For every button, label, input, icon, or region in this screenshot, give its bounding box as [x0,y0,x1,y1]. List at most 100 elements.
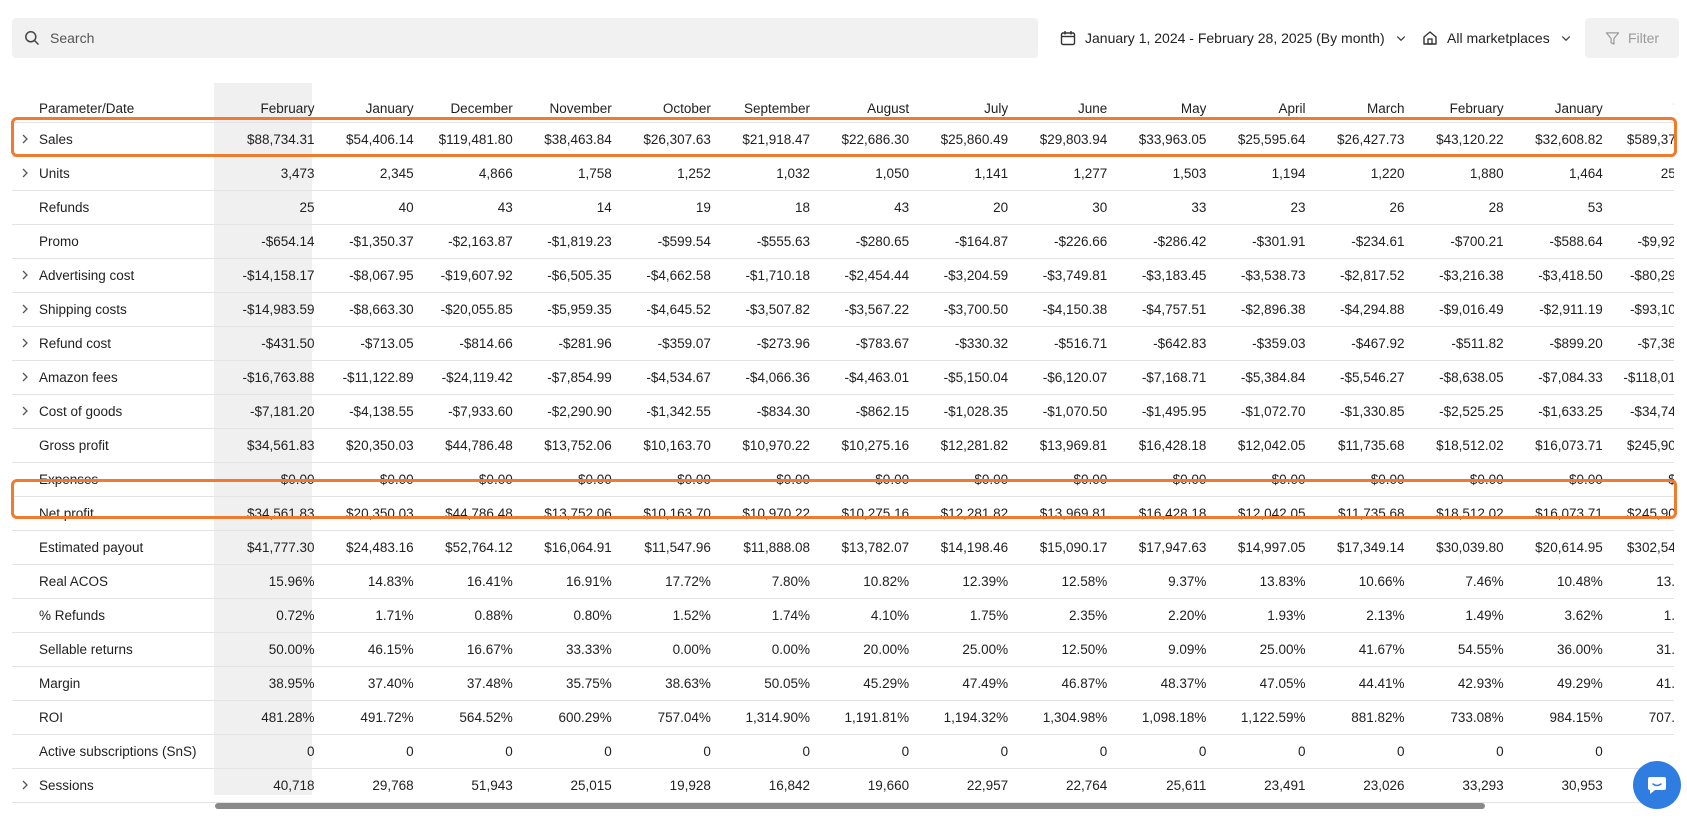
column-header[interactable]: Total [1613,80,1674,123]
column-header[interactable]: July [919,80,1018,123]
table-cell: 2.13% [1315,598,1415,633]
chevron-right-icon[interactable] [19,167,31,179]
chevron-right-icon[interactable] [19,337,31,349]
table-cell: 1,464 [1513,156,1613,191]
table-cell: 47.49% [919,666,1019,701]
table-cell: 38.63% [621,666,721,701]
table-cell: 0 [1513,734,1613,769]
table-cell: -$359.03 [1216,326,1316,361]
chevron-right-icon[interactable] [19,371,31,383]
search-box[interactable] [12,18,1038,58]
table-cell: 707.84% [1612,700,1674,735]
table-cell: 600.29% [522,700,622,735]
table-cell: 46.15% [324,632,424,667]
chat-button[interactable] [1633,761,1681,809]
table-cell: 0 [720,734,820,769]
row-label-cell[interactable]: Amazon fees [12,360,216,395]
table-cell: 1,032 [720,156,820,191]
column-header[interactable]: March [1315,80,1414,123]
row-label: Refunds [39,200,90,215]
param-header: Parameter/Date [39,101,135,116]
table-row[interactable]: Sales $88,734.31 $54,406.14 $119,481.80 $38,… [12,122,1674,157]
table-cell: -$4,645.52 [621,292,721,327]
chevron-right-icon[interactable] [19,133,31,145]
table-cell: 1,191.81% [820,700,920,735]
table-cell: 15.96% [215,564,325,599]
row-label-cell[interactable]: Refund cost [12,326,216,361]
column-header[interactable]: January [1514,80,1613,123]
table-cell: 37.48% [423,666,523,701]
table-cell: $44,786.48 [423,496,523,531]
date-range-picker[interactable]: January 1, 2024 - February 28, 2025 (By … [1060,18,1407,58]
table-cell: 1,304.98% [1018,700,1118,735]
table-cell: $0.00 [1018,462,1118,497]
table-cell: 54.55% [1414,632,1514,667]
table-cell: 12.50% [1018,632,1118,667]
table-cell: $0.00 [522,462,622,497]
table-cell: $13,752.06 [522,428,622,463]
table-row[interactable]: Sessions 40,718 29,768 51,943 25,015 19,928 16… [12,768,1674,803]
row-label-cell[interactable]: Units [12,156,216,191]
horizontal-scrollbar[interactable] [215,803,1485,809]
table-cell: 46.87% [1018,666,1118,701]
table-cell: 40,718 [215,768,325,803]
table-cell: $18,512.02 [1414,496,1514,531]
table-cell: 33.33% [522,632,622,667]
table-cell: 25,455 [1612,156,1674,191]
table-row: Sellable returns 50.00% 46.15% 16.67% 33.33%… [12,632,1674,667]
column-header[interactable]: January [325,80,424,123]
table-cell: 25.00% [1216,632,1316,667]
table-cell: -$3,749.81 [1018,258,1118,293]
search-input[interactable] [48,29,952,47]
column-header[interactable]: June [1018,80,1117,123]
chevron-right-icon[interactable] [19,405,31,417]
table-cell: 36.00% [1513,632,1613,667]
row-label-cell[interactable]: Cost of goods [12,394,216,429]
column-header[interactable]: May [1117,80,1216,123]
table-cell: 0 [215,734,325,769]
data-table: Parameter/Date February January December Nov… [12,80,1674,810]
table-row: ROI 481.28% 491.72% 564.52% 600.29% 757.04% 1,… [12,700,1674,735]
chevron-right-icon[interactable] [19,779,31,791]
table-cell: $302,544.80 [1612,530,1674,565]
column-header[interactable]: August [820,80,919,123]
table-row[interactable]: Shipping costs -$14,983.59 -$8,663.30 -$20,… [12,292,1674,327]
table-cell: 1,194.32% [919,700,1019,735]
table-row[interactable]: Units 3,473 2,345 4,866 1,758 1,252 1,032 1,050… [12,156,1674,191]
table-cell: 25.00% [919,632,1019,667]
table-cell: -$226.66 [1018,224,1118,259]
column-header[interactable]: February [1415,80,1514,123]
table-cell: 10.48% [1513,564,1613,599]
table-cell: -$599.54 [621,224,721,259]
table-cell: $0.00 [621,462,721,497]
table-cell: -$2,525.25 [1414,394,1514,429]
row-label-cell[interactable]: Shipping costs [12,292,216,327]
row-label-cell[interactable]: Sessions [12,768,216,803]
row-label-cell[interactable]: Advertising cost [12,258,216,293]
chevron-right-icon[interactable] [19,269,31,281]
table-cell: $12,281.82 [919,428,1019,463]
table-cell: -$4,066.36 [720,360,820,395]
table-cell: 16.67% [423,632,523,667]
table-cell: 0 [1018,734,1118,769]
column-header[interactable]: December [424,80,523,123]
table-cell: $0.00 [423,462,523,497]
table-row[interactable]: Amazon fees -$16,763.88 -$11,122.89 -$24,11… [12,360,1674,395]
table-cell: -$7,933.60 [423,394,523,429]
column-header[interactable]: September [721,80,820,123]
table-cell: $10,970.22 [720,496,820,531]
chevron-right-icon[interactable] [19,303,31,315]
marketplace-selector[interactable]: All marketplaces [1422,18,1572,58]
column-header[interactable]: October [622,80,721,123]
table-row[interactable]: Refund cost -$431.50 -$713.05 -$814.66 -$281… [12,326,1674,361]
table-cell: 491.72% [324,700,424,735]
table-row: Promo -$654.14 -$1,350.37 -$2,163.87 -$1,819… [12,224,1674,259]
table-row[interactable]: Cost of goods -$7,181.20 -$4,138.55 -$7,933… [12,394,1674,429]
row-label-cell[interactable]: Sales [12,122,216,157]
column-header[interactable]: April [1216,80,1315,123]
filter-button[interactable]: Filter [1585,18,1679,58]
column-header[interactable]: November [523,80,622,123]
table-row[interactable]: Advertising cost -$14,158.17 -$8,067.95 -$1… [12,258,1674,293]
table-cell: 1,314.90% [720,700,820,735]
column-header[interactable]: February [216,80,325,123]
